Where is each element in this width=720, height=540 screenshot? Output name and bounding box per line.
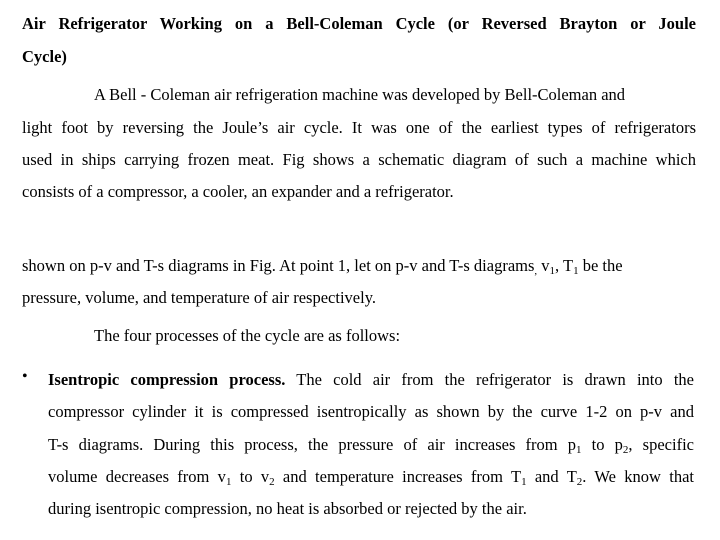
stray-comma: ,: [534, 265, 538, 277]
heading-line-1: Air Refrigerator Working on a Bell-Colem…: [22, 14, 696, 33]
para1-line-1: A Bell - Coleman air refrigeration machi…: [94, 85, 626, 104]
bullet-term: Isentropic compression process.: [48, 370, 286, 389]
bullet-line-2: compressor cylinder it is compressed ise…: [48, 402, 694, 421]
para2-text-end: be the: [578, 256, 623, 275]
para2-line-1: shown on p-v and T-s diagrams in Fig. At…: [22, 256, 623, 277]
para2-text-a: shown on p-v and T-s diagrams in Fig. At…: [22, 256, 535, 275]
bullet-line-4-c: and temperature increases from T: [274, 467, 522, 486]
bullet-line-1-rest: The cold air from the refrigerator is dr…: [285, 370, 694, 389]
para3-line-1: The four processes of the cycle are as f…: [94, 326, 401, 345]
bullet-line-4-e: . We know that: [582, 467, 694, 486]
para1-line-2: light foot by reversing the Joule’s air …: [22, 118, 696, 137]
para2-line-2: pressure, volume, and temperature of air…: [22, 288, 376, 307]
para1-line-4: consists of a compressor, a cooler, an e…: [22, 182, 454, 201]
bullet-line-4-a: volume decreases from v: [48, 467, 226, 486]
t-symbol: , T: [555, 256, 574, 275]
bullet-line-3-a: T-s diagrams. During this process, the p…: [48, 435, 577, 454]
bullet-line-4: volume decreases from v1 to v2 and tempe…: [48, 467, 694, 488]
v-symbol: v: [541, 256, 550, 275]
bullet-line-3-b: to p: [581, 435, 623, 454]
bullet-line-1: Isentropic compression process. The cold…: [48, 370, 694, 390]
heading-line-2: Cycle): [22, 47, 67, 66]
bullet-line-4-d: and T: [526, 467, 577, 486]
bullet-marker: •: [22, 368, 28, 385]
bullet-line-3: T-s diagrams. During this process, the p…: [48, 435, 694, 456]
para1-line-3: used in ships carrying frozen meat. Fig …: [22, 150, 696, 169]
bullet-line-4-b: to v: [231, 467, 270, 486]
bullet-line-3-c: , specific: [628, 435, 694, 454]
bullet-line-5: during isentropic compression, no heat i…: [48, 499, 527, 518]
